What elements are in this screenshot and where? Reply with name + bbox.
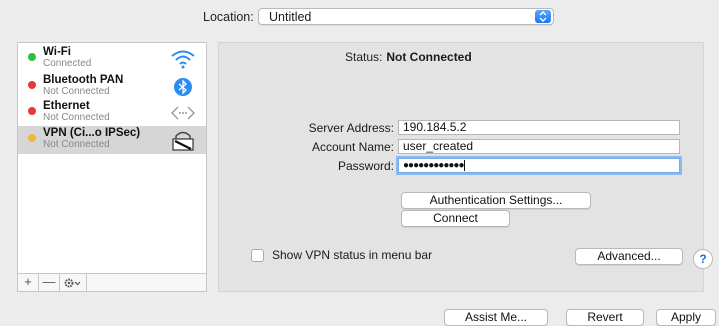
advanced-button[interactable]: Advanced...	[575, 248, 683, 265]
service-name: Wi-Fi	[43, 46, 71, 58]
apply-button[interactable]: Apply	[656, 309, 716, 326]
password-label: Password:	[337, 159, 394, 173]
wifi-icon	[170, 48, 196, 70]
service-item-ethernet[interactable]: Ethernet Not Connected	[18, 99, 206, 127]
status-row: Status: Not Connected	[345, 50, 472, 64]
server-address-field[interactable]: 190.184.5.2	[398, 120, 680, 135]
service-name: VPN (Ci...o IPSec)	[43, 127, 141, 139]
sidebar-toolbar: + —	[17, 274, 207, 292]
authentication-settings-button[interactable]: Authentication Settings...	[401, 192, 591, 209]
service-item-wifi[interactable]: Wi-Fi Connected	[18, 45, 206, 73]
chevron-up-down-icon	[535, 10, 551, 23]
connect-button[interactable]: Connect	[401, 210, 510, 227]
server-address-label: Server Address:	[308, 121, 394, 135]
service-status: Not Connected	[43, 139, 110, 150]
password-mask: ●●●●●●●●●●●●	[403, 160, 464, 171]
service-list: Wi-Fi Connected Bluetooth PAN Not Connec…	[17, 42, 207, 274]
status-label: Status:	[345, 50, 383, 64]
ethernet-icon	[170, 102, 196, 124]
status-value: Not Connected	[386, 50, 472, 64]
add-service-button[interactable]: +	[18, 274, 39, 291]
show-vpn-status-label: Show VPN status in menu bar	[272, 248, 433, 262]
service-status: Not Connected	[43, 86, 110, 97]
status-dot-vpn	[28, 134, 36, 142]
service-item-vpn[interactable]: VPN (Ci...o IPSec) Not Connected	[18, 126, 206, 154]
gear-icon	[63, 274, 83, 289]
bluetooth-icon	[170, 76, 196, 98]
password-field[interactable]: ●●●●●●●●●●●●	[398, 158, 680, 173]
text-caret	[464, 160, 466, 172]
help-button[interactable]: ?	[693, 249, 713, 269]
show-vpn-status-checkbox[interactable]	[251, 249, 264, 262]
location-select[interactable]: Untitled	[258, 8, 554, 25]
account-name-label: Account Name:	[311, 140, 394, 154]
status-dot-disconnected	[28, 81, 36, 89]
assist-me-button[interactable]: Assist Me...	[444, 309, 548, 326]
account-name-field[interactable]: user_created	[398, 139, 680, 154]
status-dot-disconnected	[28, 107, 36, 115]
service-name: Bluetooth PAN	[43, 74, 124, 86]
action-menu-button[interactable]	[60, 274, 87, 291]
location-label: Location:	[203, 10, 254, 24]
location-value: Untitled	[269, 10, 312, 24]
remove-service-button[interactable]: —	[39, 274, 60, 291]
service-name: Ethernet	[43, 100, 90, 112]
revert-button[interactable]: Revert	[566, 309, 644, 326]
service-item-bluetooth-pan[interactable]: Bluetooth PAN Not Connected	[18, 73, 206, 101]
status-dot-connected	[28, 53, 36, 61]
vpn-lock-icon	[170, 129, 196, 151]
service-status: Not Connected	[43, 112, 110, 123]
service-status: Connected	[43, 58, 92, 69]
